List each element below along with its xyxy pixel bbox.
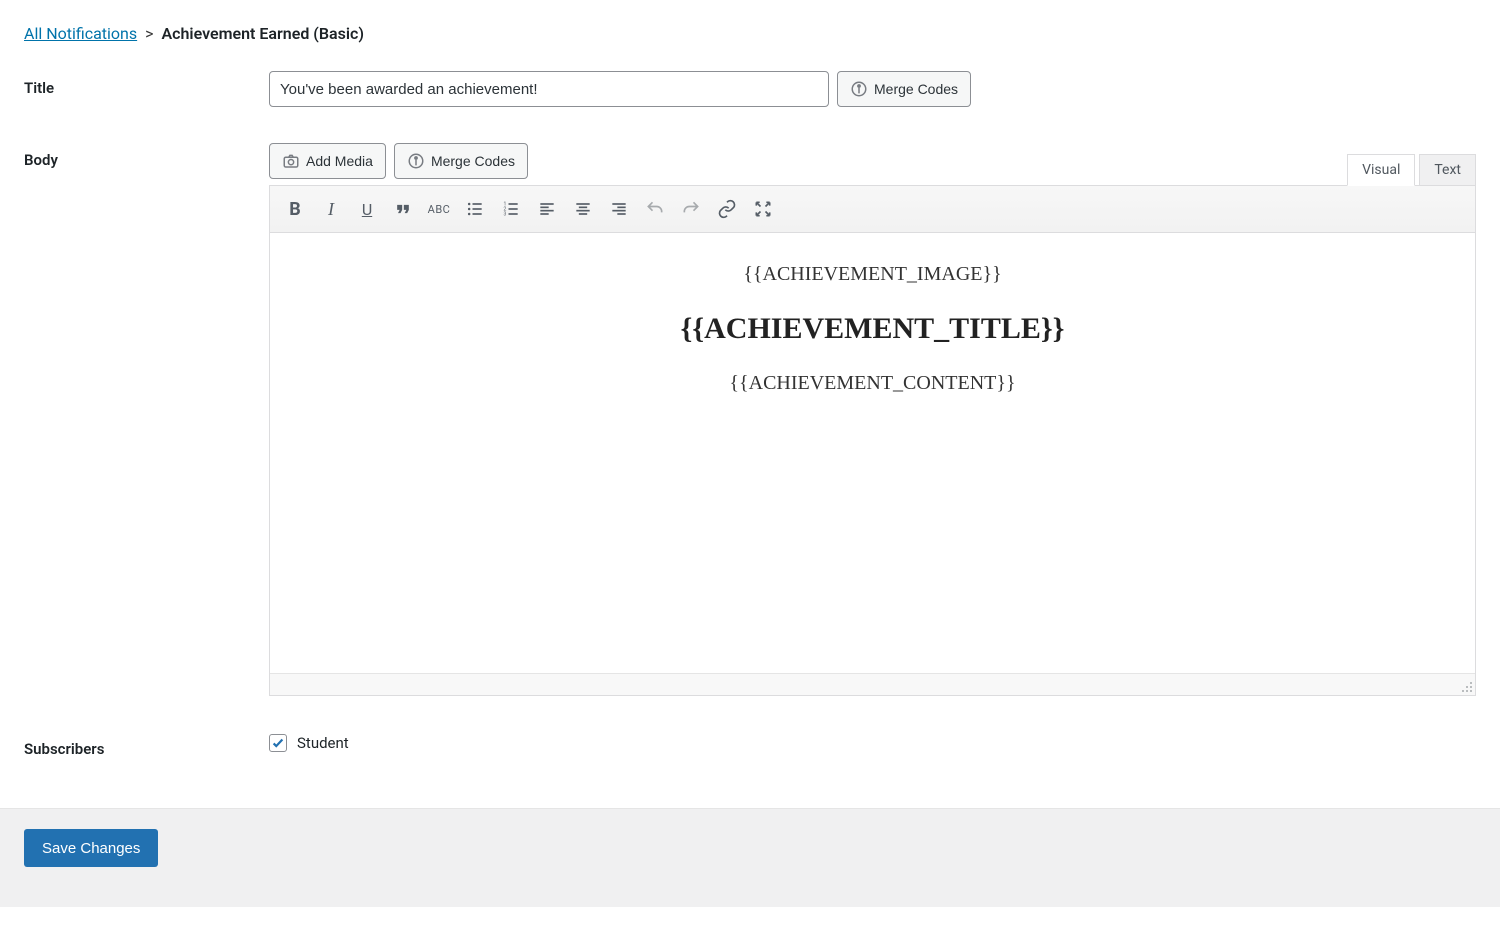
student-checkbox-label: Student	[297, 734, 349, 752]
svg-text:3: 3	[504, 212, 507, 218]
title-input[interactable]	[269, 71, 829, 107]
toolbar-italic-button[interactable]: I	[314, 192, 348, 226]
editor-content-area[interactable]: {{ACHIEVEMENT_IMAGE}} {{ACHIEVEMENT_TITL…	[270, 233, 1475, 673]
save-changes-button[interactable]: Save Changes	[24, 829, 158, 867]
merge-codes-icon	[407, 152, 425, 170]
editor-toolbar: B I U ABC 123	[270, 186, 1475, 233]
toolbar-align-left-button[interactable]	[530, 192, 564, 226]
merge-codes-button-body[interactable]: Merge Codes	[394, 143, 528, 179]
breadcrumb-separator: >	[145, 24, 153, 43]
toolbar-blockquote-button[interactable]	[386, 192, 420, 226]
breadcrumb-current: Achievement Earned (Basic)	[161, 24, 364, 43]
breadcrumb: All Notifications > Achievement Earned (…	[24, 20, 1476, 71]
merge-codes-button-title[interactable]: Merge Codes	[837, 71, 971, 107]
editor-line-image: {{ACHIEVEMENT_IMAGE}}	[286, 263, 1459, 286]
merge-codes-icon	[850, 80, 868, 98]
editor-status-bar	[270, 673, 1475, 695]
merge-codes-button-body-label: Merge Codes	[431, 153, 515, 169]
student-checkbox[interactable]	[269, 734, 287, 752]
toolbar-bold-button[interactable]: B	[278, 192, 312, 226]
toolbar-align-center-button[interactable]	[566, 192, 600, 226]
rich-text-editor: B I U ABC 123	[269, 185, 1476, 696]
toolbar-strikethrough-button[interactable]: ABC	[422, 192, 456, 226]
body-label: Body	[24, 143, 269, 169]
tab-visual[interactable]: Visual	[1347, 154, 1415, 186]
toolbar-numbered-list-button[interactable]: 123	[494, 192, 528, 226]
camera-icon	[282, 152, 300, 170]
breadcrumb-link-all-notifications[interactable]: All Notifications	[24, 24, 137, 43]
title-label: Title	[24, 71, 269, 97]
toolbar-bullet-list-button[interactable]	[458, 192, 492, 226]
add-media-button[interactable]: Add Media	[269, 143, 386, 179]
tab-text[interactable]: Text	[1419, 154, 1476, 186]
resize-handle-icon[interactable]	[1461, 681, 1473, 693]
toolbar-redo-button[interactable]	[674, 192, 708, 226]
editor-line-title: {{ACHIEVEMENT_TITLE}}	[286, 312, 1459, 346]
toolbar-link-button[interactable]	[710, 192, 744, 226]
check-icon	[271, 736, 285, 750]
toolbar-fullscreen-button[interactable]	[746, 192, 780, 226]
toolbar-undo-button[interactable]	[638, 192, 672, 226]
subscribers-label: Subscribers	[24, 732, 269, 758]
editor-tabs: Visual Text	[1343, 154, 1476, 186]
toolbar-underline-button[interactable]: U	[350, 192, 384, 226]
editor-line-body: {{ACHIEVEMENT_CONTENT}}	[286, 372, 1459, 395]
toolbar-align-right-button[interactable]	[602, 192, 636, 226]
add-media-button-label: Add Media	[306, 153, 373, 169]
merge-codes-button-label: Merge Codes	[874, 81, 958, 97]
